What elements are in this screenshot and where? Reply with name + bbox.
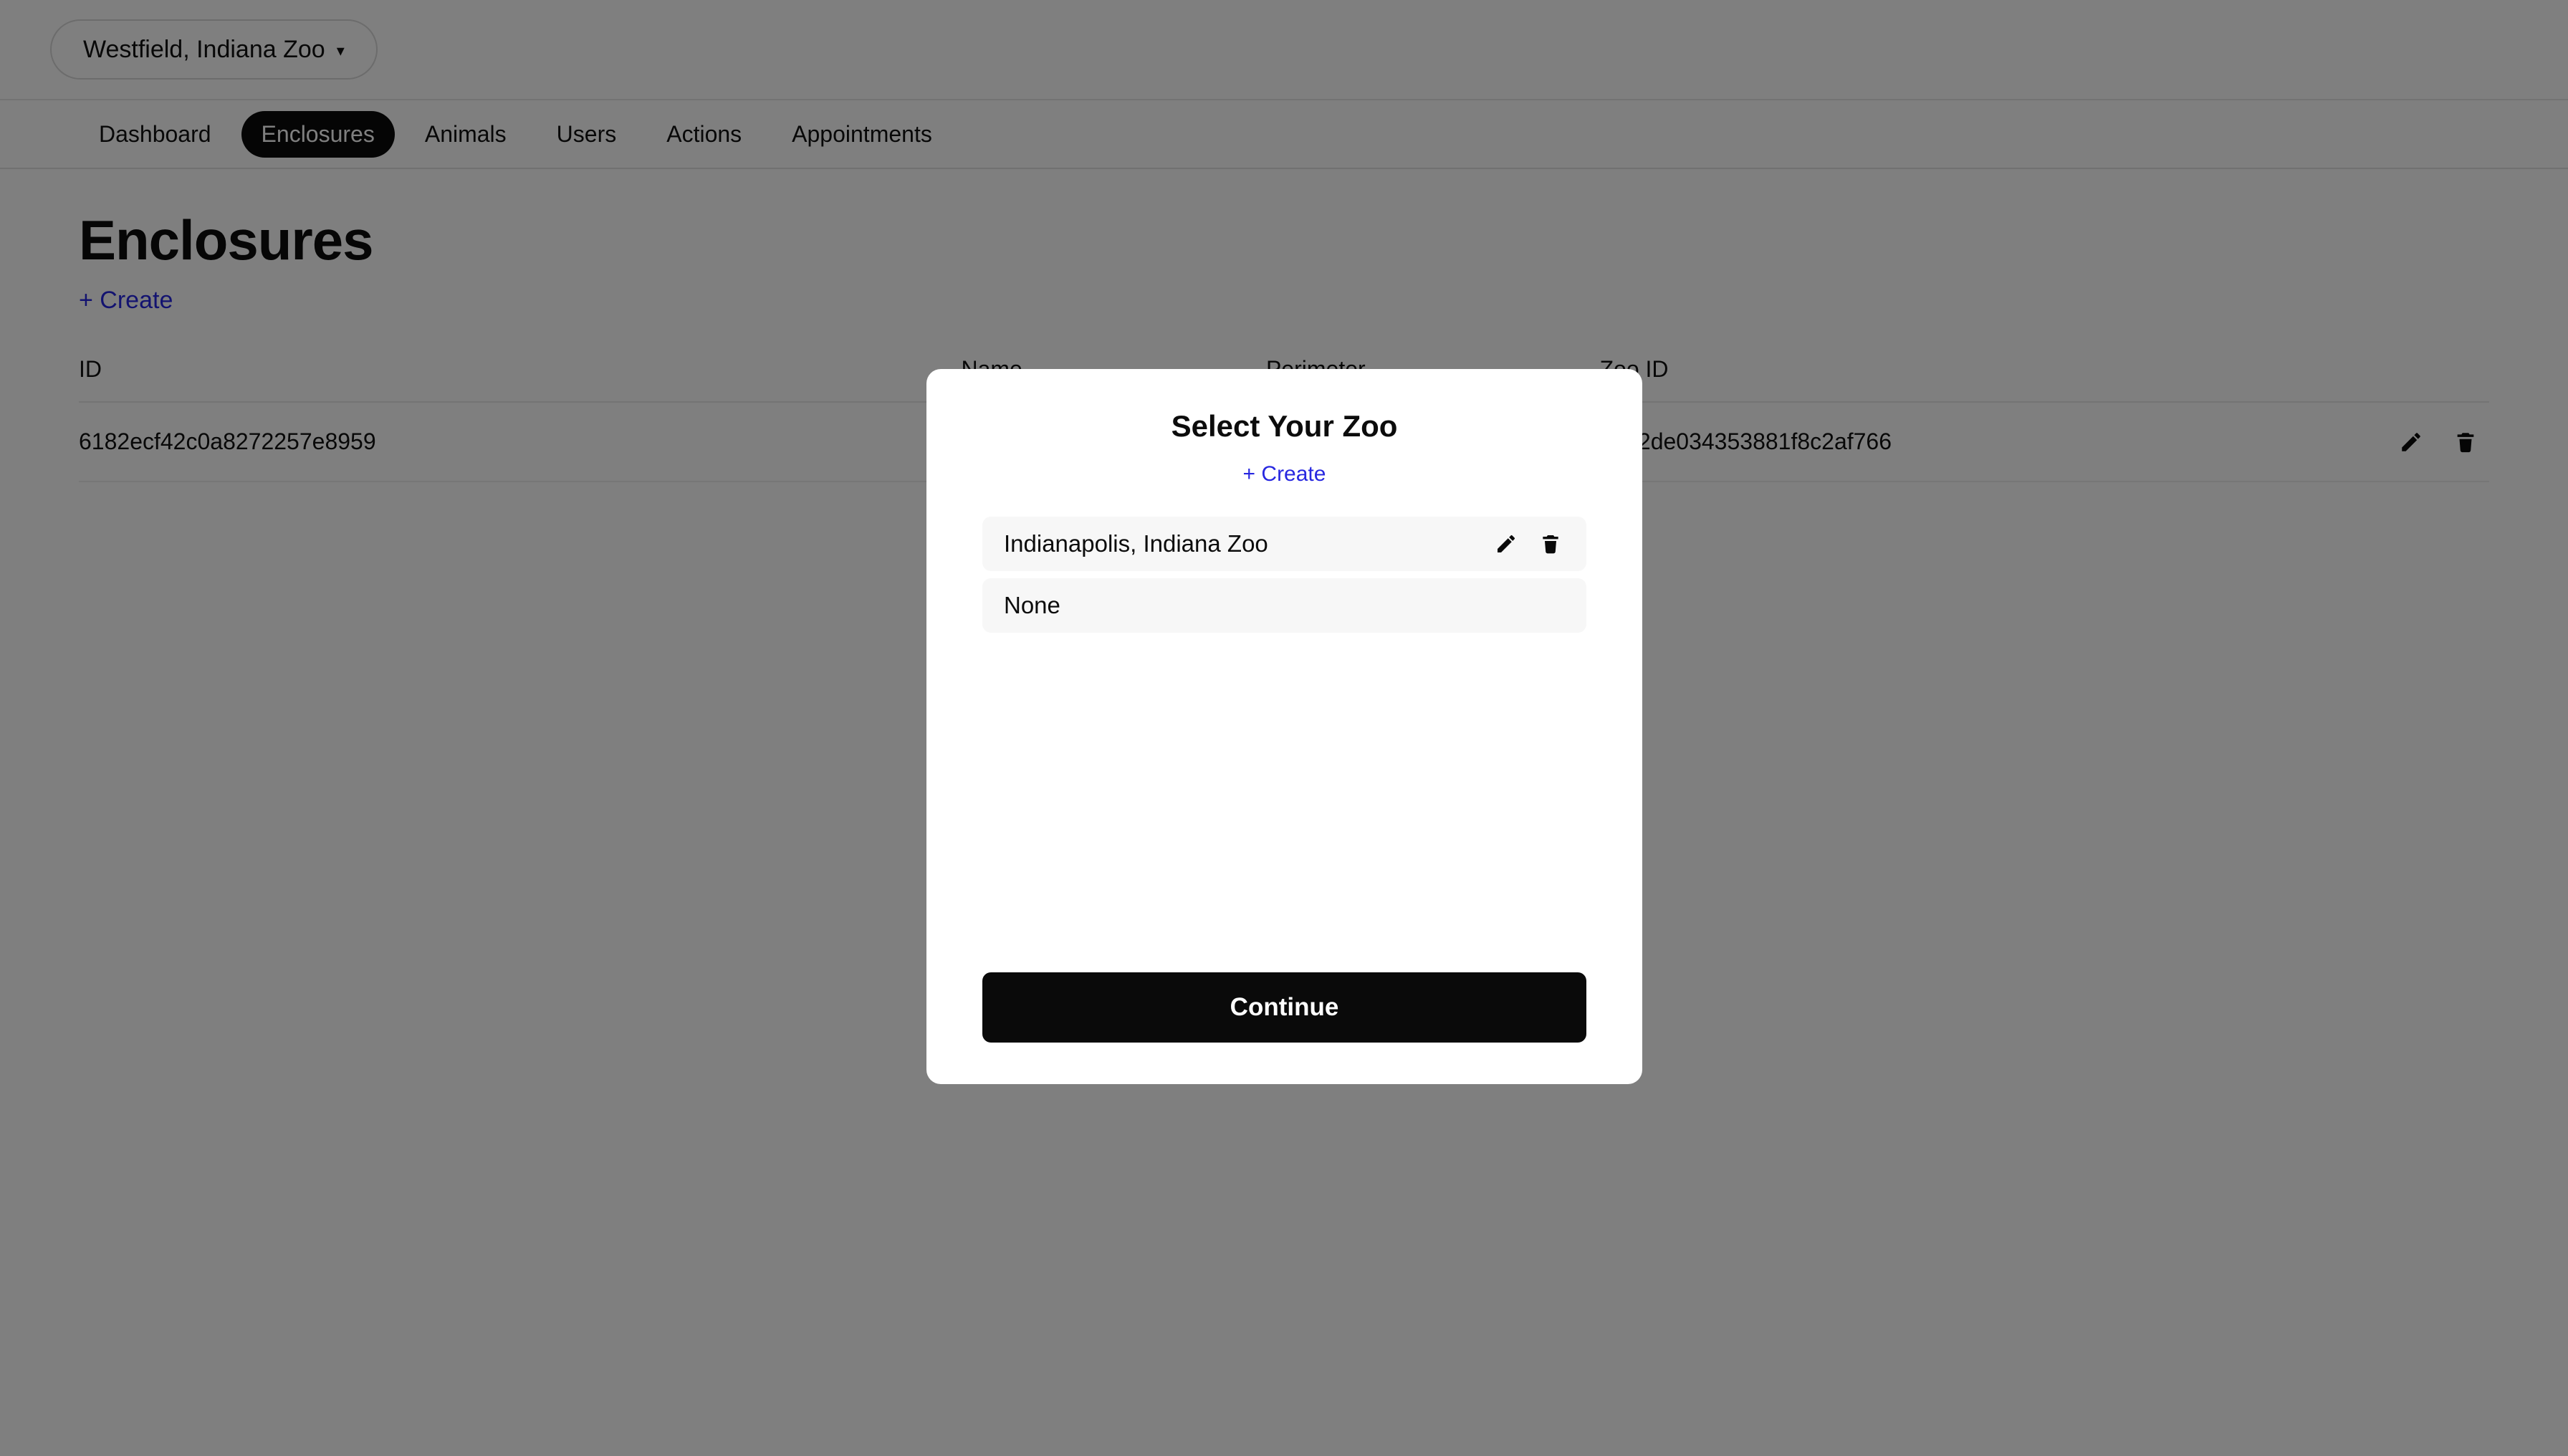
zoo-list-item-label: Indianapolis, Indiana Zoo: [1004, 530, 1268, 557]
zoo-list-item-label: None: [1004, 592, 1060, 618]
zoo-list-item-actions: [1495, 532, 1562, 555]
edit-zoo-button[interactable]: [1495, 532, 1518, 555]
create-zoo-link[interactable]: + Create: [982, 462, 1586, 487]
zoo-list-item[interactable]: None: [982, 578, 1586, 633]
zoo-list-item[interactable]: Indianapolis, Indiana Zoo: [982, 517, 1586, 571]
delete-zoo-button[interactable]: [1539, 532, 1562, 555]
modal-overlay[interactable]: Select Your Zoo + Create Indianapolis, I…: [0, 0, 2568, 1456]
zoo-list: Indianapolis, Indiana Zoo None: [982, 517, 1586, 972]
pencil-icon: [1495, 535, 1518, 557]
select-zoo-modal: Select Your Zoo + Create Indianapolis, I…: [926, 369, 1642, 1084]
continue-button[interactable]: Continue: [982, 972, 1586, 1043]
modal-title: Select Your Zoo: [1171, 409, 1398, 443]
trash-icon: [1539, 535, 1562, 557]
